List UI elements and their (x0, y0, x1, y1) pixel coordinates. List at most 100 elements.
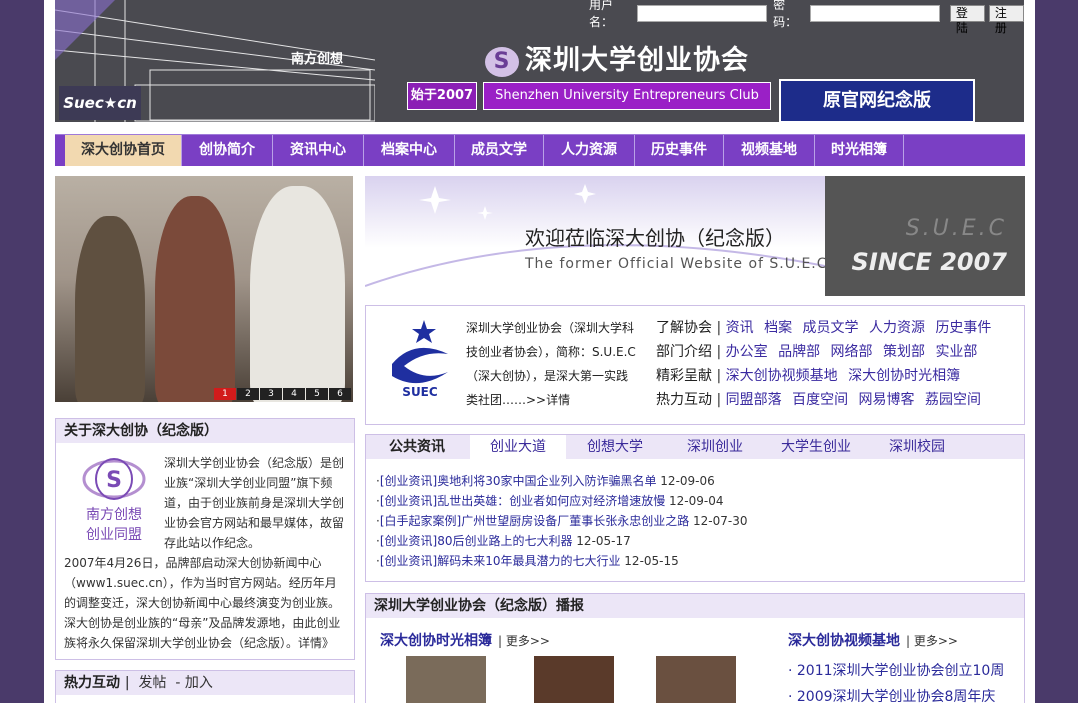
tab-shenzhen-startup[interactable]: 深圳创业 (672, 435, 758, 459)
intro-link[interactable]: 实业部 (935, 344, 977, 360)
site-title-text: 深圳大学创业协会 (525, 45, 749, 76)
slideshow-page[interactable]: 4 (283, 388, 305, 400)
about-text-part2: 2007年4月26日，品牌部启动深大创协新闻中心（www1.suec.cn），作… (64, 556, 341, 650)
intro-row: 热力互动 | 同盟部落 百度空间 网易博客 荔园空间 (656, 392, 981, 408)
intro-link[interactable]: 荔园空间 (925, 392, 981, 408)
tab-creative-uni[interactable]: 创想大学 (572, 435, 658, 459)
english-subtitle: Shenzhen University Entrepreneurs Club (483, 82, 771, 110)
intro-link[interactable]: 同盟部落 (726, 392, 782, 408)
broadcast-box: 深圳大学创业协会（纪念版）播报 深大创协时光相簿 | 更多>> 深大创协视频基地 |… (365, 593, 1025, 703)
news-title[interactable]: [创业资讯]奥地利将30家中国企业列入防诈骗黑名单 (380, 474, 657, 488)
intro-links: 了解协会 | 资讯 档案 成员文学 人力资源 历史事件 部门介绍 | 办公室 品… (656, 316, 1016, 412)
news-panel: 公共资讯 创业大道 创想大学 深圳创业 大学生创业 深圳校园 ·[创业资讯]奥地… (365, 434, 1025, 582)
intro-link[interactable]: 人力资源 (869, 320, 925, 336)
news-item: ·[创业资讯]奥地利将30家中国企业列入防诈骗黑名单 12-09-06 (376, 474, 715, 488)
intro-row-label: 热力互动 (656, 392, 712, 408)
nanfang-label: 南方创想 (291, 52, 344, 67)
news-title[interactable]: [创业资讯]解码未来10年最具潜力的七大行业 (380, 554, 621, 568)
intro-link[interactable]: 深大创协视频基地 (726, 368, 838, 384)
slideshow-page[interactable]: 6 (329, 388, 351, 400)
s-logo-icon: S (485, 46, 519, 77)
intro-link[interactable]: 网络部 (831, 344, 873, 360)
nav-item-album[interactable]: 时光相簿 (815, 135, 904, 166)
album-section-title: 深大创协时光相簿 | 更多>> (380, 630, 550, 650)
album-more-link[interactable]: | 更多>> (498, 634, 550, 648)
tab-student-startup[interactable]: 大学生创业 (768, 435, 864, 459)
register-button[interactable]: 注册 (988, 4, 1024, 35)
video-item[interactable]: · 2011深圳大学创业协会创立10周 (788, 658, 1004, 684)
album-thumbnail[interactable] (534, 656, 614, 703)
nav-item-news[interactable]: 资讯中心 (273, 135, 364, 166)
banner-suec: S.U.E.C (905, 216, 1007, 241)
page: Suec★cn 南方创想 S 深圳大学创业协会 始于2007 Shenzhen U… (44, 0, 1035, 703)
video-more-link[interactable]: | 更多>> (906, 634, 958, 648)
slideshow[interactable]: 1 2 3 4 5 6 (55, 176, 353, 402)
join-link[interactable]: - 加入 (175, 675, 213, 691)
login-form: 用户名： 密码： 登陆 注册 (589, 0, 1024, 35)
album-thumbnail[interactable] (656, 656, 736, 703)
slideshow-pager: 1 2 3 4 5 6 (213, 388, 351, 400)
banner-since: SINCE 2007 (851, 248, 1007, 276)
interaction-box: 热力互动 | 发帖 - 加入 (55, 670, 355, 703)
album-title[interactable]: 深大创协时光相簿 (380, 633, 492, 649)
about-text-part1: 深圳大学创业协会（纪念版）是创业族“深圳大学创业同盟”旗下频道，由于创业族前身是… (164, 456, 345, 550)
news-title[interactable]: [创业资讯]80后创业路上的七大利器 (380, 534, 573, 548)
intro-link[interactable]: 百度空间 (792, 392, 848, 408)
slideshow-page[interactable]: 5 (306, 388, 328, 400)
since-badge: 始于2007 (407, 82, 477, 110)
album-thumbnail[interactable] (406, 656, 486, 703)
intro-link[interactable]: 办公室 (726, 344, 768, 360)
broadcast-header: 深圳大学创业协会（纪念版）播报 (366, 594, 1024, 618)
username-label: 用户名： (589, 0, 614, 29)
tab-public-news[interactable]: 公共资讯 (374, 435, 460, 459)
slideshow-page[interactable]: 2 (237, 388, 259, 400)
tab-shenzhen-campus[interactable]: 深圳校园 (874, 435, 960, 459)
main-nav: 深大创协首页 创协简介 资讯中心 档案中心 成员文学 人力资源 历史事件 视频基… (55, 134, 1025, 166)
login-button[interactable]: 登陆 (949, 4, 985, 35)
intro-link[interactable]: 品牌部 (778, 344, 820, 360)
news-item: ·[创业资讯]解码未来10年最具潜力的七大行业 12-05-15 (376, 554, 679, 568)
intro-row: 精彩呈献 | 深大创协视频基地 深大创协时光相簿 (656, 368, 961, 384)
video-item[interactable]: · 2009深圳大学创业协会8周年庆 (788, 684, 1004, 703)
intro-row-label: 部门介绍 (656, 344, 712, 360)
news-title[interactable]: [创业资讯]乱世出英雄：创业者如何应对经济增速放慢 (380, 494, 665, 508)
nav-item-hr[interactable]: 人力资源 (544, 135, 635, 166)
password-input[interactable] (809, 4, 940, 22)
photo-person (155, 196, 235, 402)
nav-item-archive[interactable]: 档案中心 (364, 135, 455, 166)
intro-link[interactable]: 历史事件 (935, 320, 991, 336)
username-input[interactable] (637, 4, 768, 22)
nav-item-home[interactable]: 深大创协首页 (65, 135, 182, 166)
intro-link[interactable]: 网易博客 (859, 392, 915, 408)
site-title: S 深圳大学创业协会 (485, 38, 749, 77)
intro-link[interactable]: 成员文学 (803, 320, 859, 336)
tab-startup-road[interactable]: 创业大道 (470, 435, 566, 459)
nav-item-video[interactable]: 视频基地 (724, 135, 815, 166)
news-date: 12-09-06 (660, 474, 715, 488)
interaction-header: 热力互动 | 发帖 - 加入 (56, 671, 354, 695)
nav-item-literature[interactable]: 成员文学 (455, 135, 544, 166)
suec-logo[interactable]: Suec★cn (59, 86, 141, 120)
site-header: Suec★cn 南方创想 S 深圳大学创业协会 始于2007 Shenzhen U… (55, 0, 1024, 122)
news-date: 12-05-15 (624, 554, 679, 568)
memorial-badge[interactable]: 原官网纪念版 (779, 79, 975, 122)
slideshow-page[interactable]: 3 (260, 388, 282, 400)
intro-link[interactable]: 资讯 (726, 320, 754, 336)
post-link[interactable]: 发帖 (138, 675, 166, 691)
password-label: 密码： (773, 0, 798, 29)
nav-item-history[interactable]: 历史事件 (635, 135, 724, 166)
photo-person (250, 186, 345, 402)
news-title[interactable]: [白手起家案例]广州世望厨房设备厂董事长张永忠创业之路 (380, 514, 689, 528)
video-list: · 2011深圳大学创业协会创立10周 · 2009深圳大学创业协会8周年庆 (788, 658, 1004, 703)
intro-link[interactable]: 策划部 (883, 344, 925, 360)
banner-title: 欢迎莅临深大创协（纪念版） (525, 226, 785, 250)
slideshow-page[interactable]: 1 (214, 388, 236, 400)
intro-link[interactable]: 档案 (764, 320, 792, 336)
news-list: ·[创业资讯]奥地利将30家中国企业列入防诈骗黑名单 12-09-06 ·[创业… (376, 471, 748, 571)
video-title[interactable]: 深大创协视频基地 (788, 633, 900, 649)
welcome-banner: 欢迎莅临深大创协（纪念版） The former Official Websit… (365, 176, 1025, 296)
news-date: 12-09-04 (669, 494, 724, 508)
nav-item-intro[interactable]: 创协简介 (182, 135, 273, 166)
intro-link[interactable]: 深大创协时光相簿 (848, 368, 960, 384)
news-item: ·[创业资讯]80后创业路上的七大利器 12-05-17 (376, 534, 631, 548)
